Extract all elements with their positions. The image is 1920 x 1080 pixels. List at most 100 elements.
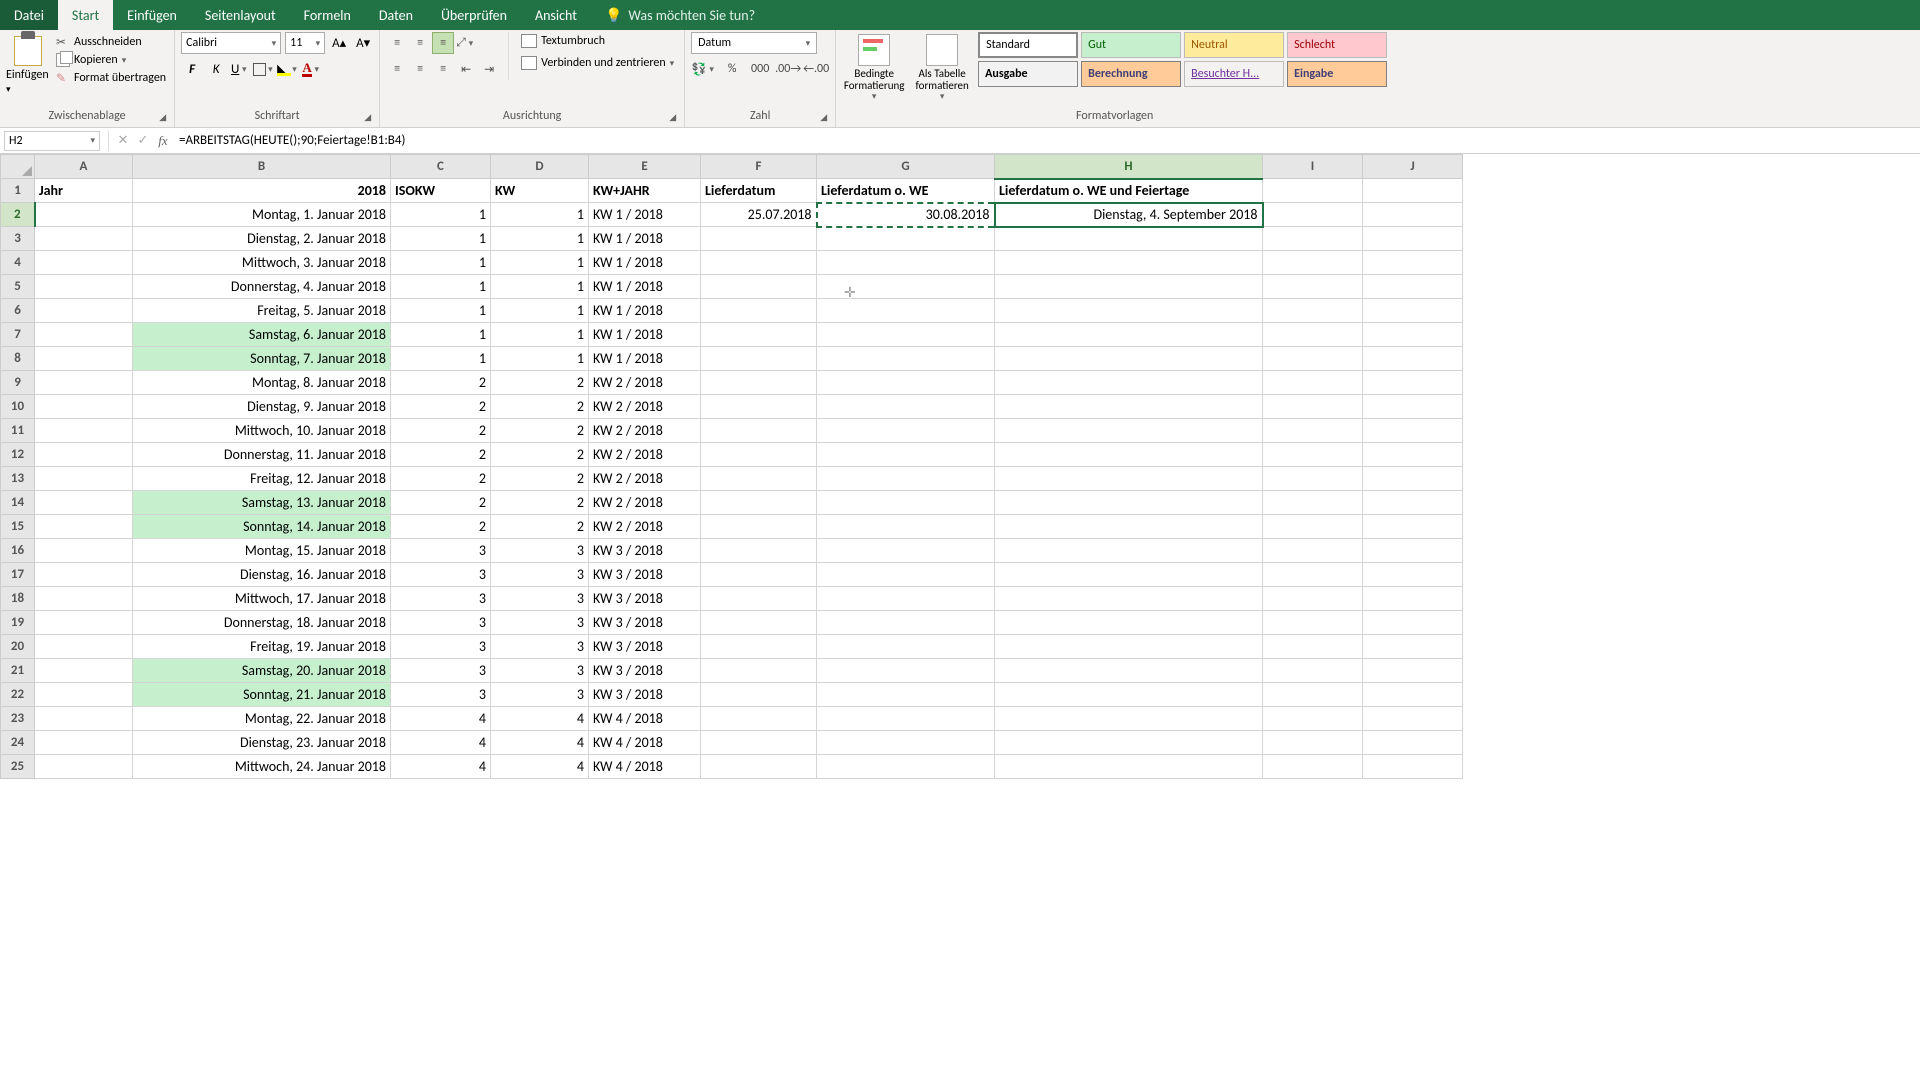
- cell-H23[interactable]: [995, 707, 1263, 731]
- font-name-select[interactable]: Calibri▾: [181, 32, 281, 54]
- cell-I15[interactable]: [1263, 515, 1363, 539]
- cell-D13[interactable]: 2: [491, 467, 589, 491]
- cell-J3[interactable]: [1363, 227, 1463, 251]
- col-header-A[interactable]: A: [35, 155, 133, 179]
- cell-E19[interactable]: KW 3 / 2018: [589, 611, 701, 635]
- cell-I21[interactable]: [1263, 659, 1363, 683]
- cell-H6[interactable]: [995, 299, 1263, 323]
- cell-A3[interactable]: [35, 227, 133, 251]
- cell-I23[interactable]: [1263, 707, 1363, 731]
- row-header-20[interactable]: 20: [1, 635, 35, 659]
- cell-I25[interactable]: [1263, 755, 1363, 779]
- cell-A10[interactable]: [35, 395, 133, 419]
- cell-F20[interactable]: [701, 635, 817, 659]
- cell-C24[interactable]: 4: [391, 731, 491, 755]
- col-header-D[interactable]: D: [491, 155, 589, 179]
- col-header-I[interactable]: I: [1263, 155, 1363, 179]
- cancel-formula-button[interactable]: ✕: [113, 133, 133, 148]
- row-header-21[interactable]: 21: [1, 659, 35, 683]
- cell-E16[interactable]: KW 3 / 2018: [589, 539, 701, 563]
- row-header-23[interactable]: 23: [1, 707, 35, 731]
- cell-J17[interactable]: [1363, 563, 1463, 587]
- cell-E12[interactable]: KW 2 / 2018: [589, 443, 701, 467]
- cell-F15[interactable]: [701, 515, 817, 539]
- cell-H2[interactable]: Dienstag, 4. September 2018: [995, 203, 1263, 227]
- cell-F3[interactable]: [701, 227, 817, 251]
- cell-H12[interactable]: [995, 443, 1263, 467]
- cell-A22[interactable]: [35, 683, 133, 707]
- cell-F23[interactable]: [701, 707, 817, 731]
- bold-button[interactable]: F: [181, 58, 203, 80]
- cell-H10[interactable]: [995, 395, 1263, 419]
- cell-I19[interactable]: [1263, 611, 1363, 635]
- cell-I2[interactable]: [1263, 203, 1363, 227]
- decrease-font-button[interactable]: A▾: [353, 32, 373, 54]
- cell-B5[interactable]: Donnerstag, 4. Januar 2018: [133, 275, 391, 299]
- cell-B17[interactable]: Dienstag, 16. Januar 2018: [133, 563, 391, 587]
- dialog-launcher-icon[interactable]: ◢: [159, 112, 166, 123]
- cell-I8[interactable]: [1263, 347, 1363, 371]
- increase-indent-button[interactable]: ⇥: [478, 58, 500, 80]
- cell-G18[interactable]: [817, 587, 995, 611]
- font-color-button[interactable]: A▾: [301, 58, 323, 80]
- cell-F11[interactable]: [701, 419, 817, 443]
- cell-F24[interactable]: [701, 731, 817, 755]
- cell-C3[interactable]: 1: [391, 227, 491, 251]
- dialog-launcher-icon[interactable]: ◢: [364, 112, 371, 123]
- cell-J1[interactable]: [1363, 179, 1463, 203]
- cell-B7[interactable]: Samstag, 6. Januar 2018: [133, 323, 391, 347]
- cell-I11[interactable]: [1263, 419, 1363, 443]
- cell-C12[interactable]: 2: [391, 443, 491, 467]
- cell-A20[interactable]: [35, 635, 133, 659]
- row-header-10[interactable]: 10: [1, 395, 35, 419]
- cell-I4[interactable]: [1263, 251, 1363, 275]
- row-header-13[interactable]: 13: [1, 467, 35, 491]
- cell-A15[interactable]: [35, 515, 133, 539]
- cell-F22[interactable]: [701, 683, 817, 707]
- col-header-G[interactable]: G: [817, 155, 995, 179]
- dialog-launcher-icon[interactable]: ◢: [669, 112, 676, 123]
- cell-D18[interactable]: 3: [491, 587, 589, 611]
- cell-B20[interactable]: Freitag, 19. Januar 2018: [133, 635, 391, 659]
- fx-icon[interactable]: fx: [153, 133, 173, 149]
- cell-D5[interactable]: 1: [491, 275, 589, 299]
- cell-F13[interactable]: [701, 467, 817, 491]
- align-middle-button[interactable]: ≡: [409, 32, 431, 54]
- tab-review[interactable]: Überprüfen: [427, 0, 521, 30]
- cell-B1[interactable]: 2018: [133, 179, 391, 203]
- cell-H18[interactable]: [995, 587, 1263, 611]
- cell-H5[interactable]: [995, 275, 1263, 299]
- cell-C19[interactable]: 3: [391, 611, 491, 635]
- cut-button[interactable]: ✂Ausschneiden: [54, 34, 168, 50]
- cell-H22[interactable]: [995, 683, 1263, 707]
- cell-G2[interactable]: 30.08.2018: [817, 203, 995, 227]
- decrease-decimal-button[interactable]: ←.00: [803, 58, 829, 80]
- cell-B9[interactable]: Montag, 8. Januar 2018: [133, 371, 391, 395]
- cell-C23[interactable]: 4: [391, 707, 491, 731]
- italic-button[interactable]: K: [205, 58, 227, 80]
- cell-G14[interactable]: [817, 491, 995, 515]
- cell-E25[interactable]: KW 4 / 2018: [589, 755, 701, 779]
- dialog-launcher-icon[interactable]: ◢: [820, 112, 827, 123]
- orientation-button[interactable]: ⤢▾: [455, 32, 477, 54]
- cell-F9[interactable]: [701, 371, 817, 395]
- cell-D17[interactable]: 3: [491, 563, 589, 587]
- cell-H16[interactable]: [995, 539, 1263, 563]
- cell-A19[interactable]: [35, 611, 133, 635]
- cell-D8[interactable]: 1: [491, 347, 589, 371]
- style-standard[interactable]: Standard: [978, 32, 1078, 58]
- row-header-24[interactable]: 24: [1, 731, 35, 755]
- cell-D16[interactable]: 3: [491, 539, 589, 563]
- percent-button[interactable]: %: [719, 58, 745, 80]
- cell-J19[interactable]: [1363, 611, 1463, 635]
- cell-G9[interactable]: [817, 371, 995, 395]
- cell-I7[interactable]: [1263, 323, 1363, 347]
- cell-E3[interactable]: KW 1 / 2018: [589, 227, 701, 251]
- cell-F14[interactable]: [701, 491, 817, 515]
- cell-C16[interactable]: 3: [391, 539, 491, 563]
- cell-C18[interactable]: 3: [391, 587, 491, 611]
- cell-J24[interactable]: [1363, 731, 1463, 755]
- row-header-22[interactable]: 22: [1, 683, 35, 707]
- cell-A18[interactable]: [35, 587, 133, 611]
- accept-formula-button[interactable]: ✓: [133, 133, 153, 148]
